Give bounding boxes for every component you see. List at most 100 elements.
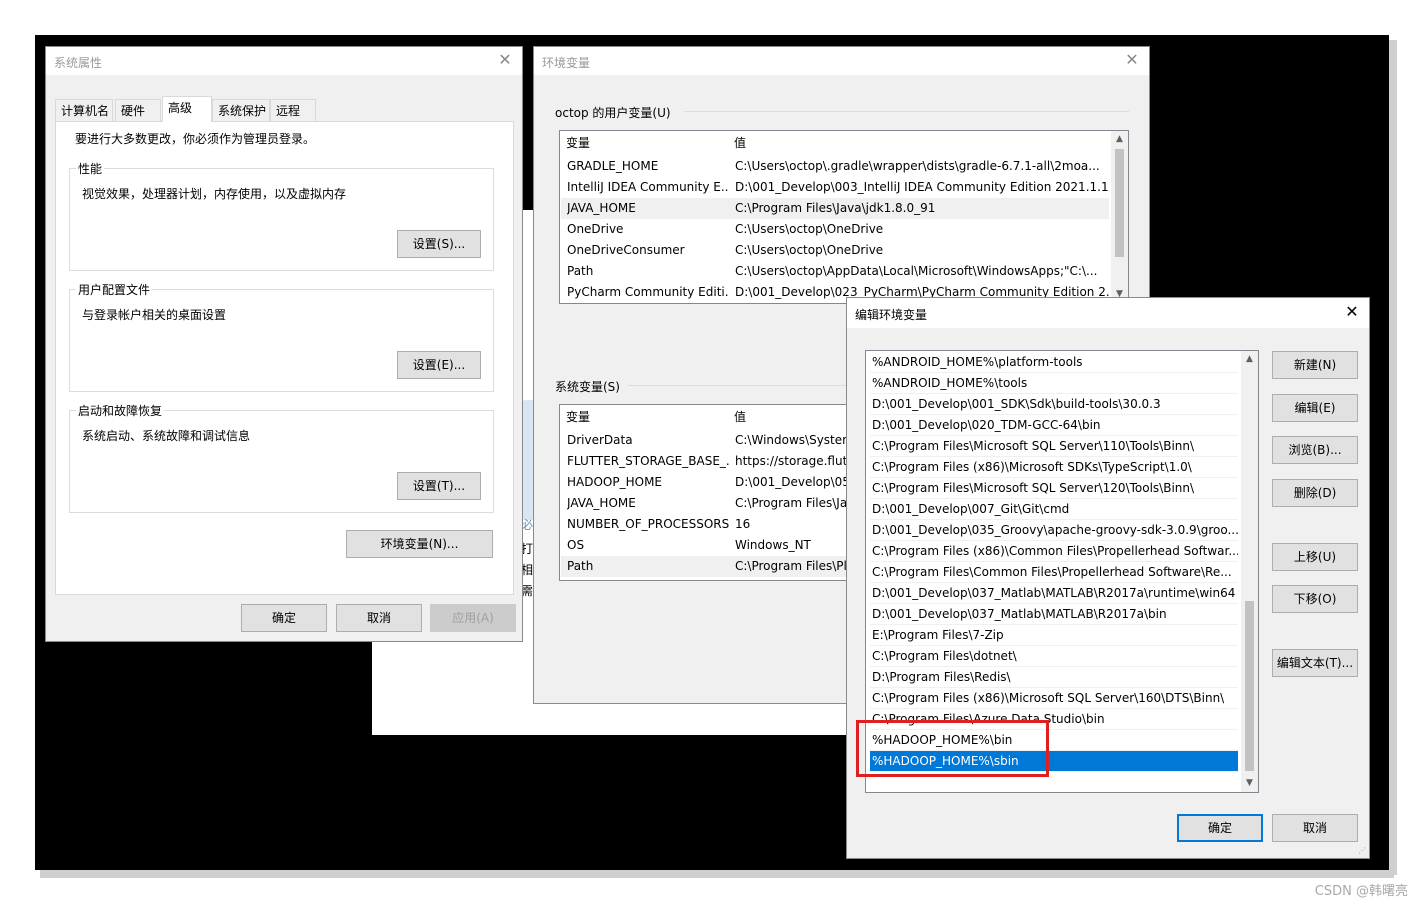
- user-variables-list[interactable]: 变量 值 GRADLE_HOME C:\Users\octop\.gradle\w…: [559, 130, 1129, 304]
- resize-grip-icon[interactable]: ⋰: [1358, 846, 1366, 855]
- move-down-button[interactable]: 下移(O): [1272, 585, 1358, 613]
- cancel-button[interactable]: 取消: [336, 604, 422, 632]
- list-item[interactable]: C:\Program Files (x86)\Microsoft SQL Ser…: [870, 688, 1238, 709]
- shadow-bottom: [40, 870, 1394, 878]
- var-value: C:\Program Files\Ja: [735, 496, 848, 510]
- ok-button[interactable]: 确定: [1177, 814, 1263, 842]
- list-item[interactable]: IntelliJ IDEA Community E... D:\001_Devel…: [561, 177, 1109, 198]
- list-item[interactable]: GRADLE_HOME C:\Users\octop\.gradle\wrappe…: [561, 156, 1109, 177]
- var-name: OS: [567, 538, 585, 552]
- list-item[interactable]: D:\Program Files\Redis\: [870, 667, 1238, 688]
- group-divider: [684, 111, 1129, 112]
- var-value: C:\Users\octop\OneDrive: [735, 222, 884, 236]
- startup-settings-button[interactable]: 设置(T)...: [397, 472, 481, 500]
- var-value: C:\Users\octop\AppData\Local\Microsoft\W…: [735, 264, 1098, 278]
- list-item[interactable]: Path C:\Users\octop\AppData\Local\Microso…: [561, 261, 1109, 282]
- list-item[interactable]: E:\Program Files\7-Zip: [870, 625, 1238, 646]
- cancel-button[interactable]: 取消: [1272, 814, 1358, 842]
- title-bar: 系统属性 ✕: [46, 47, 522, 75]
- startup-desc: 系统启动、系统故障和调试信息: [82, 429, 251, 443]
- title-bar: 环境变量 ✕: [534, 47, 1149, 75]
- performance-group: 性能 视觉效果，处理器计划，内存使用，以及虚拟内存 设置(S)...: [69, 160, 494, 271]
- list-item[interactable]: JAVA_HOME C:\Program Files\Java\jdk1.8.0_…: [561, 198, 1109, 219]
- column-header-value[interactable]: 值: [734, 405, 746, 429]
- delete-button[interactable]: 删除(D): [1272, 479, 1358, 507]
- var-value: Windows_NT: [735, 538, 811, 552]
- var-name: PyCharm Community Editi...: [567, 285, 729, 299]
- close-icon[interactable]: ✕: [1123, 51, 1141, 69]
- admin-note: 要进行大多数更改，你必须作为管理员登录。: [75, 132, 316, 146]
- var-value: C:\Windows\System: [735, 433, 854, 447]
- tab-advanced[interactable]: 高级: [162, 96, 212, 122]
- list-item[interactable]: C:\Program Files (x86)\Microsoft SDKs\Ty…: [870, 457, 1238, 478]
- var-value: C:\Program Files\Java\jdk1.8.0_91: [735, 201, 936, 215]
- var-value: D:\001_Develop\05: [735, 475, 850, 489]
- shadow-right: [1389, 40, 1397, 875]
- list-item[interactable]: OneDrive C:\Users\octop\OneDrive: [561, 219, 1109, 240]
- ok-button[interactable]: 确定: [241, 604, 327, 632]
- scroll-thumb[interactable]: [1115, 149, 1124, 257]
- var-name: JAVA_HOME: [567, 496, 636, 510]
- var-value: D:\001_Develop\003_IntelliJ IDEA Communi…: [735, 180, 1109, 194]
- user-vars-group-label: octop 的用户变量(U): [555, 106, 671, 120]
- startup-recovery-group: 启动和故障恢复 系统启动、系统故障和调试信息 设置(T)...: [69, 402, 494, 513]
- environment-variables-button[interactable]: 环境变量(N)...: [346, 530, 493, 558]
- title-bar: 编辑环境变量 ✕: [847, 298, 1369, 328]
- scroll-down-icon[interactable]: ▼: [1241, 775, 1258, 792]
- vertical-scrollbar[interactable]: ▲ ▼: [1241, 351, 1258, 792]
- var-name: OneDrive: [567, 222, 624, 236]
- close-icon[interactable]: ✕: [1343, 303, 1361, 321]
- var-value: C:\Users\octop\OneDrive: [735, 243, 884, 257]
- tab-system-protection[interactable]: 系统保护: [212, 99, 270, 121]
- user-profiles-desc: 与登录帐户相关的桌面设置: [82, 308, 227, 322]
- list-item[interactable]: D:\001_Develop\037_Matlab\MATLAB\R2017a\…: [870, 583, 1238, 604]
- var-name: Path: [567, 559, 594, 573]
- list-item[interactable]: D:\001_Develop\001_SDK\Sdk\build-tools\3…: [870, 394, 1238, 415]
- performance-settings-button[interactable]: 设置(S)...: [397, 230, 481, 258]
- tab-remote[interactable]: 远程: [270, 99, 316, 121]
- list-item[interactable]: C:\Program Files\Common Files\Propellerh…: [870, 562, 1238, 583]
- column-header-value[interactable]: 值: [734, 131, 746, 155]
- apply-button[interactable]: 应用(A): [430, 604, 516, 632]
- edit-text-button[interactable]: 编辑文本(T)...: [1272, 649, 1358, 677]
- list-item[interactable]: D:\001_Develop\037_Matlab\MATLAB\R2017a\…: [870, 604, 1238, 625]
- move-up-button[interactable]: 上移(U): [1272, 543, 1358, 571]
- new-button[interactable]: 新建(N): [1272, 351, 1358, 379]
- var-name: JAVA_HOME: [567, 201, 636, 215]
- var-name: Path: [567, 264, 594, 278]
- group-label: 用户配置文件: [76, 281, 153, 298]
- var-name: HADOOP_HOME: [567, 475, 663, 489]
- list-item[interactable]: %ANDROID_HOME%\tools: [870, 373, 1238, 394]
- window-title: 系统属性: [54, 56, 103, 70]
- vertical-scrollbar[interactable]: ▲ ▼: [1111, 131, 1128, 303]
- list-item[interactable]: D:\001_Develop\035_Groovy\apache-groovy-…: [870, 520, 1238, 541]
- scroll-up-icon[interactable]: ▲: [1241, 351, 1258, 368]
- user-profiles-settings-button[interactable]: 设置(E)...: [397, 351, 481, 379]
- var-value: C:\Program Files\Pl: [735, 559, 847, 573]
- list-header: 变量 值: [560, 131, 1110, 155]
- tab-hardware[interactable]: 硬件: [115, 99, 161, 121]
- scroll-up-icon[interactable]: ▲: [1111, 131, 1128, 148]
- highlight-box: [856, 720, 1049, 777]
- watermark: CSDN @韩曙亮: [1314, 884, 1408, 899]
- browse-button[interactable]: 浏览(B)...: [1272, 436, 1358, 464]
- list-item[interactable]: C:\Program Files\dotnet\: [870, 646, 1238, 667]
- performance-desc: 视觉效果，处理器计划，内存使用，以及虚拟内存: [82, 187, 347, 201]
- var-name: FLUTTER_STORAGE_BASE_...: [567, 454, 729, 468]
- column-header-name[interactable]: 变量: [566, 405, 728, 429]
- list-item[interactable]: C:\Program Files\Microsoft SQL Server\12…: [870, 478, 1238, 499]
- close-icon[interactable]: ✕: [496, 51, 514, 69]
- scroll-thumb[interactable]: [1245, 601, 1254, 771]
- list-item[interactable]: D:\001_Develop\007_Git\Git\cmd: [870, 499, 1238, 520]
- system-properties-window: 系统属性 ✕ 计算机名 硬件 高级 系统保护 远程 要进行大多数更改，你必须作为…: [45, 46, 523, 642]
- list-item[interactable]: C:\Program Files\Microsoft SQL Server\11…: [870, 436, 1238, 457]
- window-title: 编辑环境变量: [855, 308, 928, 322]
- window-title: 环境变量: [542, 56, 591, 70]
- list-item[interactable]: %ANDROID_HOME%\platform-tools: [870, 352, 1238, 373]
- list-item[interactable]: C:\Program Files (x86)\Common Files\Prop…: [870, 541, 1238, 562]
- list-item[interactable]: D:\001_Develop\020_TDM-GCC-64\bin: [870, 415, 1238, 436]
- list-item[interactable]: OneDriveConsumer C:\Users\octop\OneDrive: [561, 240, 1109, 261]
- column-header-name[interactable]: 变量: [566, 131, 728, 155]
- edit-button[interactable]: 编辑(E): [1272, 394, 1358, 422]
- tab-computer-name[interactable]: 计算机名: [55, 99, 113, 121]
